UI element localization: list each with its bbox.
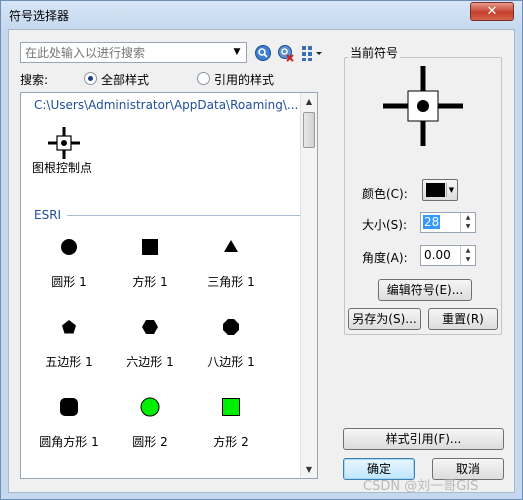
radio-referenced-styles[interactable]	[197, 72, 210, 85]
list-scrollbar[interactable]: ▲ ▼	[300, 93, 317, 478]
spin-up-icon[interactable]: ▲	[461, 246, 475, 255]
symbol-name: 五边形 1	[45, 355, 93, 369]
style-references-button[interactable]: 样式引用(F)...	[343, 428, 504, 450]
search-combobox[interactable]: ▼	[20, 42, 247, 63]
symbol-name: 圆形 2	[132, 435, 168, 449]
symbol-name: 六边形 1	[126, 355, 174, 369]
symbol-name: 图根控制点	[31, 161, 92, 175]
scroll-thumb[interactable]	[303, 112, 315, 148]
symbol-item[interactable]: 八边形 1	[191, 317, 271, 377]
pentagon-symbol-icon	[62, 320, 76, 334]
scroll-down-icon[interactable]: ▼	[301, 461, 317, 478]
all-styles-label[interactable]: 全部样式	[101, 71, 149, 88]
rounded-square-symbol-icon	[60, 398, 78, 416]
angle-label: 角度(A):	[362, 251, 408, 265]
current-symbol-panel: 当前符号 颜色(C): ▼ 大小(S): 28 ▲ ▼ 角度(A): 0.00 …	[337, 40, 505, 452]
symbol-selector-dialog: 符号选择器 ✕ ▼ 搜索: 全部样式 引用的样式	[0, 0, 523, 500]
green-circle-symbol-icon	[140, 397, 160, 417]
triangle-symbol-icon	[224, 240, 238, 252]
symbol-item[interactable]: 方形 2	[191, 397, 271, 457]
clear-search-icon[interactable]	[277, 44, 295, 62]
symbol-name: 方形 2	[213, 435, 249, 449]
reset-button[interactable]: 重置(R)	[428, 308, 498, 330]
spin-up-icon[interactable]: ▲	[461, 213, 475, 222]
current-symbol-preview	[383, 66, 463, 146]
color-swatch	[426, 183, 445, 197]
title-bar[interactable]: 符号选择器 ✕	[1, 1, 522, 29]
chevron-down-icon[interactable]: ▼	[229, 44, 245, 61]
symbol-item[interactable]: 圆形 1	[29, 237, 109, 297]
angle-spin-arrows[interactable]: ▲ ▼	[460, 246, 475, 265]
symbol-name: 圆形 1	[51, 275, 87, 289]
symbol-list[interactable]: C:\Users\Administrator\AppData\Roaming\.…	[20, 92, 318, 479]
referenced-styles-label[interactable]: 引用的样式	[214, 71, 274, 88]
symbol-name: 方形 1	[132, 275, 168, 289]
scroll-up-icon[interactable]: ▲	[301, 93, 317, 110]
window-title: 符号选择器	[9, 9, 70, 23]
size-value[interactable]: 28	[423, 215, 441, 229]
circle-symbol-icon	[61, 239, 77, 255]
edit-symbol-button[interactable]: 编辑符号(E)...	[378, 279, 472, 301]
group-divider	[67, 215, 303, 216]
spin-down-icon[interactable]: ▼	[461, 255, 475, 264]
symbol-item[interactable]: 圆形 2	[110, 397, 190, 457]
symbol-item[interactable]: 五边形 1	[29, 317, 109, 377]
green-square-symbol-icon	[222, 398, 240, 416]
radio-all-styles[interactable]	[84, 72, 97, 85]
spin-down-icon[interactable]: ▼	[461, 222, 475, 231]
search-input[interactable]	[23, 44, 228, 61]
view-mode-icon[interactable]	[301, 44, 323, 62]
symbol-item-control-point[interactable]: 图根控制点	[32, 123, 114, 183]
close-button[interactable]: ✕	[470, 2, 514, 21]
symbol-name: 八边形 1	[207, 355, 255, 369]
angle-value[interactable]: 0.00	[423, 248, 452, 262]
size-spin-arrows[interactable]: ▲ ▼	[460, 213, 475, 232]
watermark: CSDN @刘一哥GIS	[363, 479, 479, 494]
symbol-name: 三角形 1	[207, 275, 255, 289]
chevron-down-icon: ▼	[446, 183, 456, 197]
square-symbol-icon	[142, 239, 158, 255]
symbol-item[interactable]: 三角形 1	[191, 237, 271, 297]
octagon-symbol-icon	[223, 319, 239, 335]
style-path: C:\Users\Administrator\AppData\Roaming\.…	[34, 98, 299, 112]
hexagon-symbol-icon	[142, 320, 158, 334]
symbol-name: 圆角方形 1	[39, 435, 99, 449]
symbol-item[interactable]: 六边形 1	[110, 317, 190, 377]
current-symbol-title: 当前符号	[348, 44, 401, 61]
group-label-esri: ESRI	[34, 208, 62, 222]
dialog-body: ▼ 搜索: 全部样式 引用的样式 C:\Users\Administrator\…	[8, 29, 515, 493]
save-as-button[interactable]: 另存为(S)...	[348, 308, 421, 330]
symbol-item[interactable]: 圆角方形 1	[29, 397, 109, 457]
control-point-symbol-icon	[48, 127, 80, 159]
symbol-item[interactable]: 方形 1	[110, 237, 190, 297]
search-label: 搜索:	[20, 73, 49, 87]
search-icon[interactable]	[254, 44, 272, 62]
color-label: 颜色(C):	[362, 187, 408, 201]
size-label: 大小(S):	[362, 218, 408, 232]
color-picker-button[interactable]: ▼	[422, 179, 458, 201]
size-stepper[interactable]: 28 ▲ ▼	[420, 212, 476, 233]
angle-stepper[interactable]: 0.00 ▲ ▼	[420, 245, 476, 266]
